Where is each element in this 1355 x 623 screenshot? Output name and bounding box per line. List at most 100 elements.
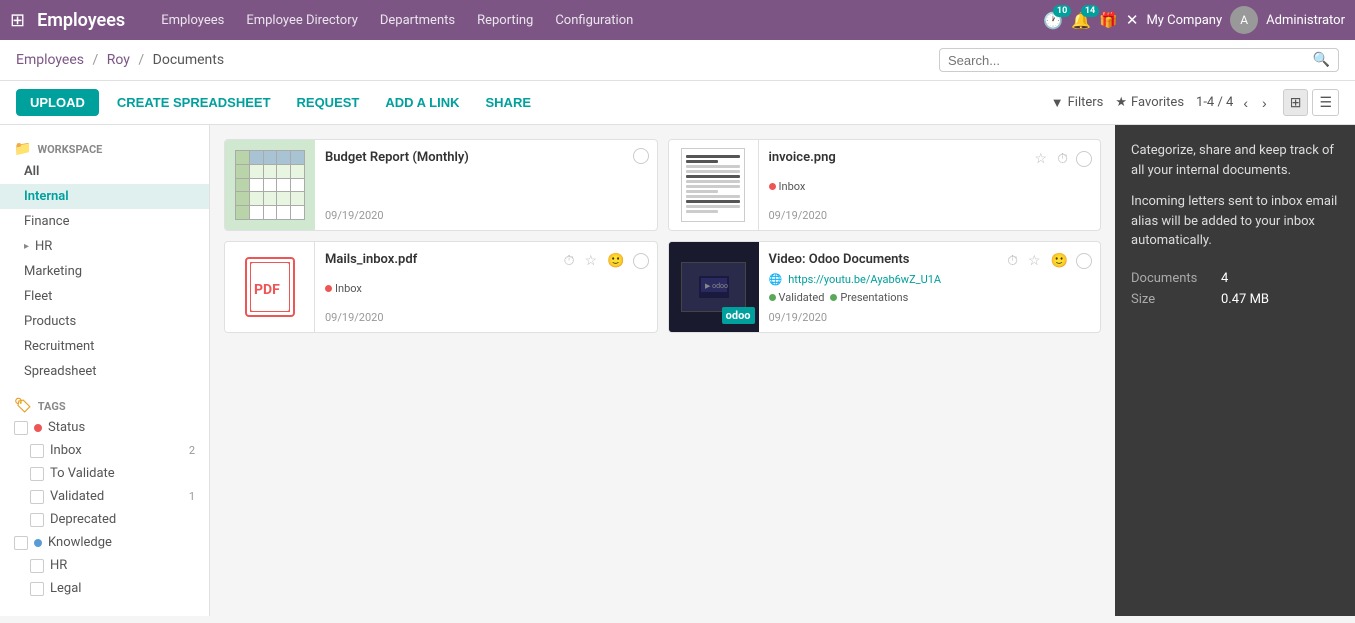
tag-status[interactable]: Status	[0, 416, 209, 439]
tag-hr-checkbox[interactable]	[30, 559, 44, 573]
tag-knowledge-checkbox[interactable]	[14, 536, 28, 550]
doc-star-invoice[interactable]: ☆	[1033, 148, 1050, 169]
doc-select-mails[interactable]	[633, 253, 649, 269]
create-spreadsheet-button[interactable]: CREATE SPREADSHEET	[109, 89, 279, 116]
doc-clock-invoice[interactable]: ⏱	[1055, 148, 1070, 169]
prev-page-button[interactable]: ‹	[1239, 93, 1252, 113]
search-box: 🔍	[939, 48, 1339, 72]
request-button[interactable]: REQUEST	[289, 89, 368, 116]
sidebar-item-products[interactable]: Products	[0, 309, 209, 334]
sidebar-item-hr[interactable]: HR	[0, 234, 209, 259]
next-page-button[interactable]: ›	[1258, 93, 1271, 113]
search-input[interactable]	[948, 53, 1313, 68]
favorites-button[interactable]: ★ Favorites	[1115, 95, 1184, 110]
user-avatar[interactable]: A	[1230, 6, 1258, 34]
tag-knowledge-dot	[34, 539, 42, 547]
sidebar-item-finance[interactable]: Finance	[0, 209, 209, 234]
spreadsheet-thumbnail	[225, 140, 315, 230]
nav-reporting[interactable]: Reporting	[467, 0, 543, 40]
doc-card-mails-inbox[interactable]: PDF Mails_inbox.pdf Inbox 09/19/2020 ⏱ ☆…	[224, 241, 658, 333]
doc-star-mails[interactable]: ☆	[583, 250, 600, 271]
breadcrumb-employees[interactable]: Employees	[16, 52, 84, 68]
stat-documents-label: Documents	[1131, 271, 1221, 286]
upload-button[interactable]: UPLOAD	[16, 89, 99, 116]
doc-select-invoice[interactable]	[1076, 151, 1092, 167]
bell-badge-btn[interactable]: 🔔 14	[1071, 11, 1091, 30]
tag-validated-label: Validated	[50, 489, 104, 504]
tag-inbox[interactable]: Inbox 2	[0, 439, 209, 462]
invoice-line	[686, 200, 740, 203]
nav-employee-directory[interactable]: Employee Directory	[236, 0, 368, 40]
doc-select-video[interactable]	[1076, 253, 1092, 269]
doc-card-invoice[interactable]: invoice.png Inbox 09/19/2020 ☆ ⏱	[668, 139, 1102, 231]
tag-status-checkbox[interactable]	[14, 421, 28, 435]
tag-hr[interactable]: HR	[0, 554, 209, 577]
tag-inbox-checkbox[interactable]	[30, 444, 44, 458]
content-area: Budget Report (Monthly) 09/19/2020	[210, 125, 1115, 616]
sidebar-item-marketing[interactable]: Marketing	[0, 259, 209, 284]
cell	[250, 179, 263, 192]
doc-tags-invoice: Inbox	[769, 180, 1091, 193]
sidebar-item-all[interactable]: All	[0, 159, 209, 184]
doc-actions-video: ⏱ ☆ 🙂	[1005, 250, 1092, 271]
tag-dot-presentations	[830, 294, 837, 301]
invoice-preview	[681, 148, 745, 222]
tag-to-validate[interactable]: To Validate	[0, 462, 209, 485]
doc-smiley-mails[interactable]: 🙂	[605, 250, 626, 271]
cell	[250, 151, 263, 164]
doc-tags-mails: Inbox	[325, 282, 647, 295]
tag-deprecated[interactable]: Deprecated	[0, 508, 209, 531]
doc-card-budget-report[interactable]: Budget Report (Monthly) 09/19/2020	[224, 139, 658, 231]
grid-view-button[interactable]: ⊞	[1283, 89, 1309, 116]
breadcrumb-roy[interactable]: Roy	[107, 52, 130, 68]
clock-badge-btn[interactable]: 🕐 10	[1043, 11, 1063, 30]
cell	[264, 179, 277, 192]
doc-star-video[interactable]: ☆	[1026, 250, 1043, 271]
tags-label: TAGS	[38, 400, 66, 413]
sidebar-item-recruitment[interactable]: Recruitment	[0, 334, 209, 359]
tag-validated-checkbox[interactable]	[30, 490, 44, 504]
doc-actions-budget	[633, 148, 649, 164]
grid-icon[interactable]: ⊞	[10, 10, 25, 31]
doc-clock-mails[interactable]: ⏱	[562, 250, 577, 271]
nav-configuration[interactable]: Configuration	[545, 0, 643, 40]
nav-employees[interactable]: Employees	[151, 0, 234, 40]
sidebar-item-internal[interactable]: Internal	[0, 184, 209, 209]
close-icon[interactable]: ✕	[1126, 11, 1139, 29]
share-button[interactable]: SHARE	[478, 89, 540, 116]
cell	[264, 192, 277, 205]
doc-tag-inbox-invoice: Inbox	[769, 180, 806, 193]
info-panel-desc2: Incoming letters sent to inbox email ali…	[1131, 192, 1339, 251]
svg-text:PDF: PDF	[254, 282, 280, 298]
tag-to-validate-label: To Validate	[50, 466, 115, 481]
breadcrumb: Employees / Roy / Documents	[16, 52, 939, 68]
nav-departments[interactable]: Departments	[370, 0, 465, 40]
tag-icon: 🏷	[14, 398, 32, 414]
company-name[interactable]: My Company	[1146, 13, 1222, 28]
add-link-button[interactable]: ADD A LINK	[377, 89, 467, 116]
doc-link-video[interactable]: https://youtu.be/Ayab6wZ_U1A	[788, 273, 941, 286]
search-icon[interactable]: 🔍	[1313, 52, 1330, 68]
tag-legal-checkbox[interactable]	[30, 582, 44, 596]
list-view-button[interactable]: ☰	[1312, 89, 1339, 116]
tag-knowledge[interactable]: Knowledge	[0, 531, 209, 554]
doc-select-budget[interactable]	[633, 148, 649, 164]
cell	[250, 165, 263, 178]
gift-icon[interactable]: 🎁	[1099, 11, 1118, 29]
doc-card-video[interactable]: ▶ odoo odoo Video: Odoo Documents 🌐 http…	[668, 241, 1102, 333]
doc-clock-video[interactable]: ⏱	[1005, 250, 1020, 271]
user-name[interactable]: Administrator	[1266, 13, 1345, 28]
tag-legal[interactable]: Legal	[0, 577, 209, 600]
cell	[236, 179, 249, 192]
sidebar-item-spreadsheet[interactable]: Spreadsheet	[0, 359, 209, 384]
info-panel: Categorize, share and keep track of all …	[1115, 125, 1355, 616]
tag-deprecated-checkbox[interactable]	[30, 513, 44, 527]
tag-validated[interactable]: Validated 1	[0, 485, 209, 508]
sidebar-item-fleet[interactable]: Fleet	[0, 284, 209, 309]
tag-label-presentations: Presentations	[840, 291, 908, 304]
filters-button[interactable]: ▼ Filters	[1051, 95, 1104, 111]
tag-to-validate-checkbox[interactable]	[30, 467, 44, 481]
toolbar: UPLOAD CREATE SPREADSHEET REQUEST ADD A …	[0, 81, 1355, 125]
doc-smiley-video[interactable]: 🙂	[1049, 250, 1070, 271]
tag-dot-validated	[769, 294, 776, 301]
